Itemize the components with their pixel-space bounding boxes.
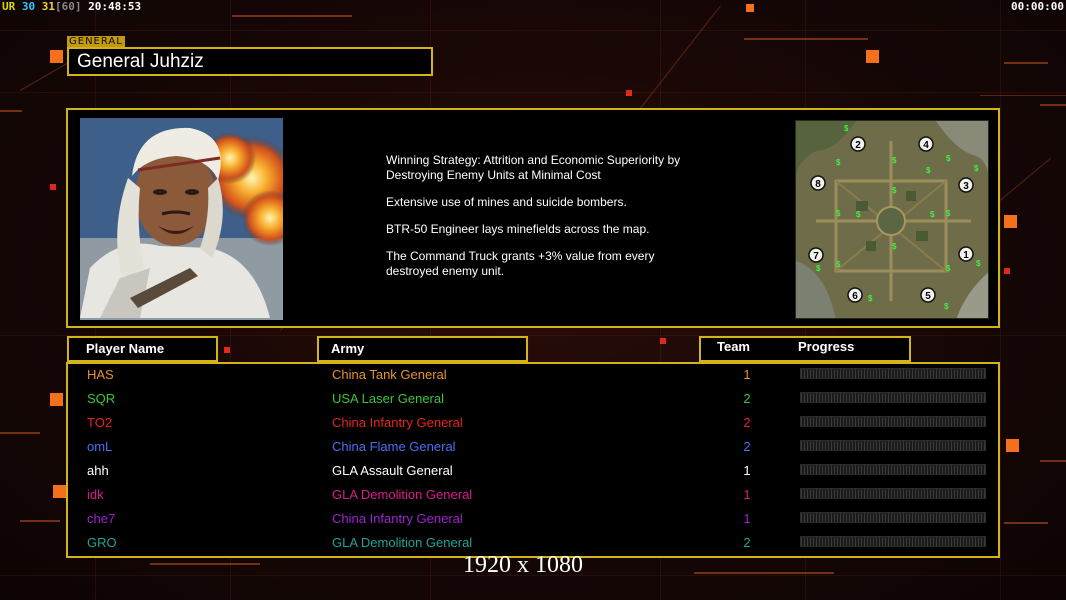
player-name: TO2 — [87, 415, 113, 430]
description-line: Extensive use of mines and suicide bombe… — [386, 195, 627, 209]
header-team[interactable]: Team — [717, 336, 750, 358]
table-row[interactable]: idk GLA Demolition General 1 — [68, 484, 1002, 508]
svg-text:3: 3 — [963, 181, 969, 192]
table-row[interactable]: che7 China Infantry General 1 — [68, 508, 1002, 532]
player-table: HAS China Tank General 1 SQR USA Laser G… — [66, 362, 1000, 558]
general-name-title: General Juhziz — [67, 47, 433, 76]
progress-bar — [800, 488, 986, 499]
player-team: 2 — [743, 439, 751, 454]
svg-text:5: 5 — [925, 291, 931, 302]
resource-marker: $ — [868, 294, 873, 303]
progress-bar — [800, 392, 986, 403]
description-line: The Command Truck grants +3% value from … — [386, 249, 655, 278]
hud-timer: 00:00:00 — [1011, 0, 1064, 13]
resource-marker: $ — [976, 259, 981, 268]
player-team: 1 — [743, 367, 751, 382]
progress-bar — [800, 368, 986, 379]
player-name: SQR — [87, 391, 116, 406]
svg-text:6: 6 — [852, 291, 858, 302]
table-row[interactable]: HAS China Tank General 1 — [68, 364, 1002, 388]
start-position-marker: 8 — [810, 175, 826, 191]
header-team-progress: Team Progress — [699, 336, 911, 362]
hud-value-1: 30 — [21, 0, 36, 13]
table-row[interactable]: SQR USA Laser General 2 — [68, 388, 1002, 412]
header-player-name[interactable]: Player Name — [67, 336, 218, 362]
general-tag: GENERAL — [67, 36, 125, 47]
player-team: 1 — [743, 487, 751, 502]
player-team: 2 — [743, 415, 751, 430]
hud-value-2: 31 — [41, 0, 55, 13]
resource-marker: $ — [930, 210, 935, 219]
resource-marker: $ — [892, 186, 897, 195]
player-team: 1 — [743, 463, 751, 478]
resource-marker: $ — [836, 209, 841, 218]
resource-marker: $ — [946, 209, 951, 218]
progress-bar — [800, 416, 986, 427]
player-army: China Tank General — [332, 367, 447, 382]
player-name: HAS — [87, 367, 114, 382]
player-name: ahh — [87, 463, 109, 478]
resource-marker: $ — [816, 264, 821, 273]
svg-text:4: 4 — [923, 140, 929, 151]
player-team: 2 — [743, 391, 751, 406]
table-row[interactable]: TO2 China Infantry General 2 — [68, 412, 1002, 436]
player-name: idk — [87, 487, 104, 502]
table-row[interactable]: omL China Flame General 2 — [68, 436, 1002, 460]
header-progress[interactable]: Progress — [798, 336, 854, 358]
header-army[interactable]: Army — [317, 336, 528, 362]
player-team: 2 — [743, 535, 751, 550]
resource-marker: $ — [892, 242, 897, 251]
general-portrait — [80, 118, 283, 320]
start-position-marker: 5 — [920, 287, 936, 303]
svg-text:8: 8 — [815, 179, 821, 190]
resource-marker: $ — [892, 156, 897, 165]
description-line: BTR-50 Engineer lays minefields across t… — [386, 222, 650, 236]
start-position-marker: 4 — [918, 136, 934, 152]
start-position-marker: 1 — [958, 246, 974, 262]
resource-marker: $ — [926, 166, 931, 175]
resource-marker: $ — [836, 158, 841, 167]
player-army: China Infantry General — [332, 511, 463, 526]
hud-clock: 20:48:53 — [88, 0, 142, 13]
player-army: GLA Assault General — [332, 463, 453, 478]
resource-marker: $ — [836, 260, 841, 269]
player-name: GRO — [87, 535, 117, 550]
resolution-label: 1920 x 1080 — [463, 552, 583, 578]
svg-text:1: 1 — [963, 250, 969, 261]
player-team: 1 — [743, 511, 751, 526]
progress-bar — [800, 536, 986, 547]
table-row[interactable]: ahh GLA Assault General 1 — [68, 460, 1002, 484]
resource-marker: $ — [974, 164, 979, 173]
start-position-marker: 2 — [850, 136, 866, 152]
resource-marker: $ — [844, 124, 849, 133]
player-name: che7 — [87, 511, 116, 526]
start-position-marker: 3 — [958, 177, 974, 193]
progress-bar — [800, 464, 986, 475]
player-name: omL — [87, 439, 113, 454]
player-army: China Infantry General — [332, 415, 463, 430]
resource-marker: $ — [946, 264, 951, 273]
start-position-marker: 7 — [808, 247, 824, 263]
hud-ur-label: UR — [2, 0, 16, 13]
resource-marker: $ — [856, 210, 861, 219]
svg-text:7: 7 — [813, 251, 819, 262]
progress-bar — [800, 440, 986, 451]
player-army: China Flame General — [332, 439, 456, 454]
resource-marker: $ — [944, 302, 949, 311]
player-army: GLA Demolition General — [332, 487, 473, 502]
description-line: Winning Strategy: Attrition and Economic… — [386, 153, 681, 182]
hud-value-3: [60] — [55, 0, 82, 13]
start-position-marker: 6 — [847, 287, 863, 303]
progress-bar — [800, 512, 986, 523]
hud-stats: UR 30 31[60] 20:48:53 — [2, 0, 141, 13]
general-description: Winning Strategy: Attrition and Economic… — [386, 153, 766, 291]
minimap: 1 2 3 4 5 6 7 8 $ $ $ $ $ $ $ $ $ $ $ $ $ $ $ $ $ $ — [795, 120, 989, 319]
player-army: GLA Demolition General — [332, 535, 473, 550]
resource-marker: $ — [946, 154, 951, 163]
svg-text:2: 2 — [855, 140, 861, 151]
player-army: USA Laser General — [332, 391, 445, 406]
